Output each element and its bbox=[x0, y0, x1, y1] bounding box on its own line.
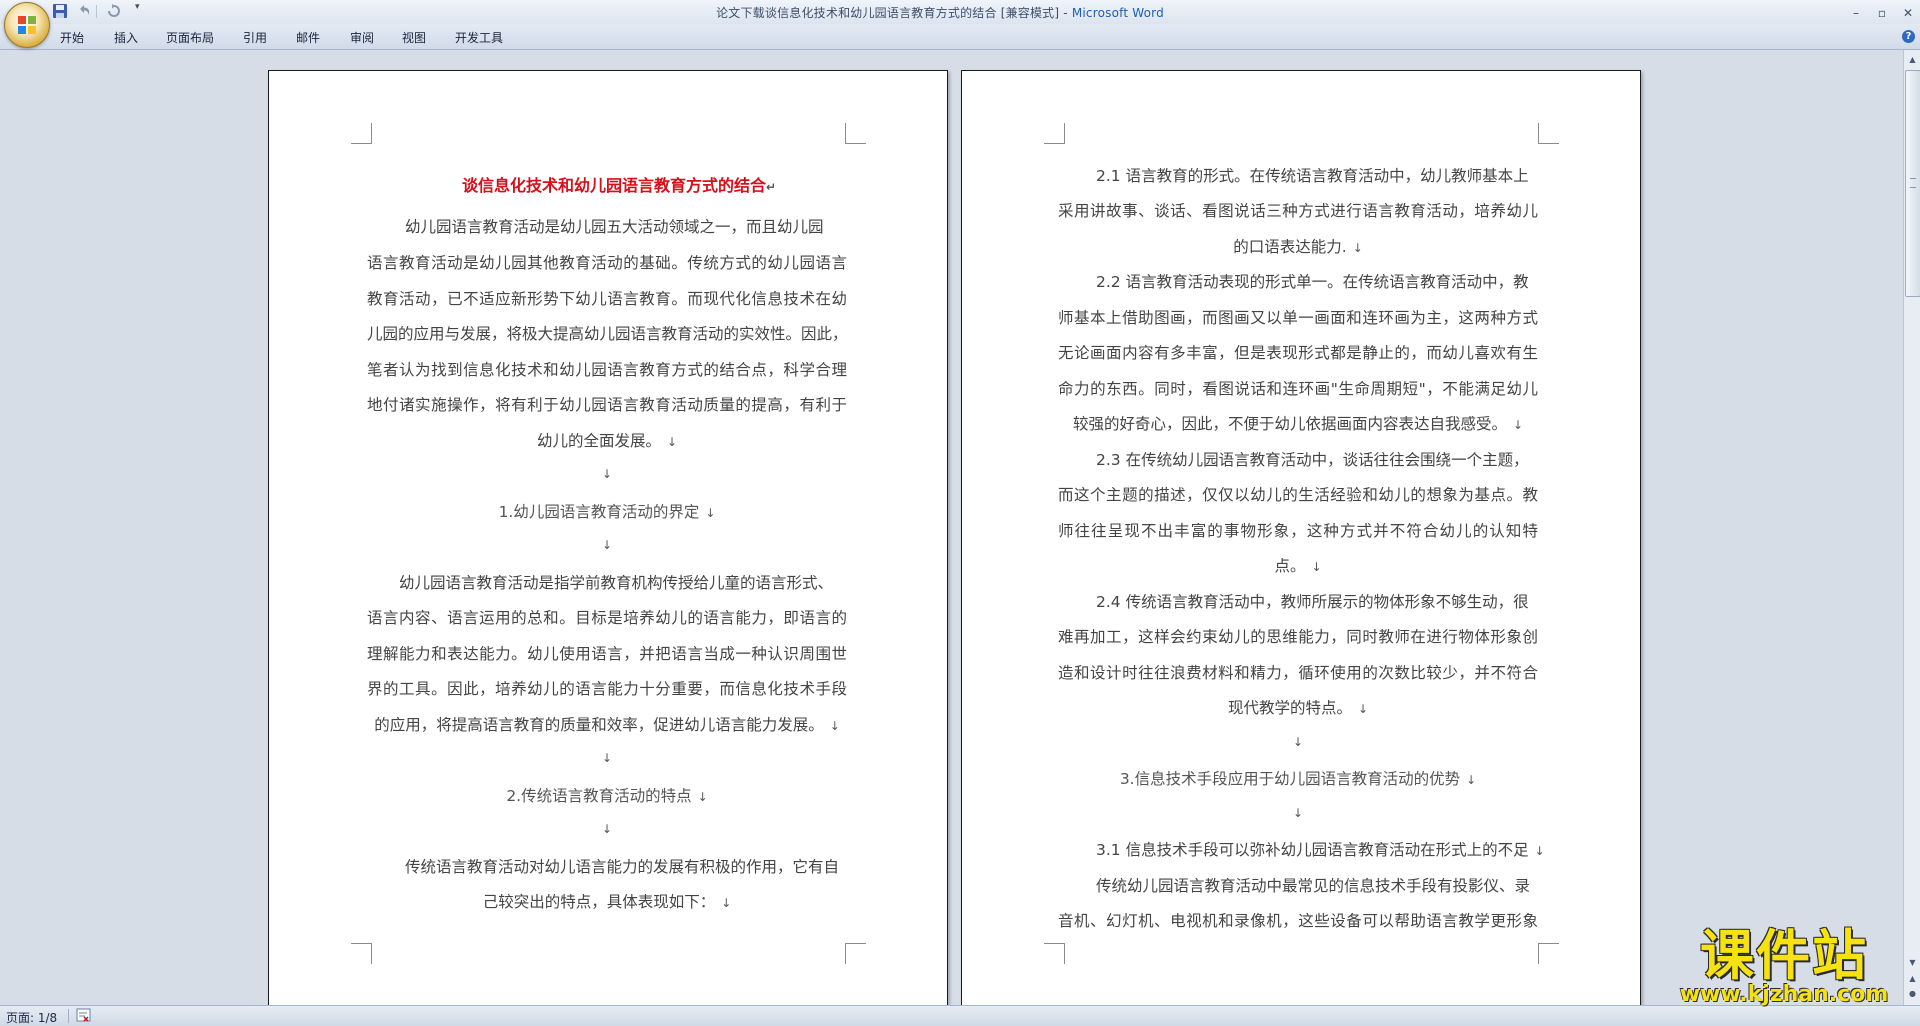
tab-view[interactable]: 视图 bbox=[402, 29, 426, 46]
minimize-icon[interactable]: – bbox=[1848, 6, 1864, 22]
paragraph-line: 教育活动，已不适应新形势下幼儿语言教育。而现代化信息技术在幼 bbox=[367, 290, 847, 308]
vertical-scrollbar[interactable]: ▲ ▼ ▲ ● bbox=[1903, 50, 1920, 1005]
paragraph-line: 无论画面内容有多丰富，但是表现形式都是静止的，而幼儿喜欢有生 bbox=[1058, 344, 1538, 362]
paragraph-line: 的应用，将提高语言教育的质量和效率，促进幼儿语言能力发展。 ↓ bbox=[374, 716, 840, 734]
paragraph-line: 造和设计时往往浪费材料和精力，循环使用的次数比较少，并不符合 bbox=[1058, 664, 1538, 682]
margin-mark bbox=[1538, 123, 1559, 144]
paragraph-line: 界的工具。因此，培养幼儿的语言能力十分重要，而信息化技术手段 bbox=[367, 680, 847, 698]
margin-mark bbox=[1044, 123, 1065, 144]
empty-paragraph: ↓ bbox=[601, 822, 613, 836]
paragraph-line: 的口语表达能力. ↓ bbox=[1233, 238, 1363, 256]
scrollbar-thumb[interactable] bbox=[1905, 70, 1920, 297]
paragraph-line: 幼儿园语言教育活动是指学前教育机构传授给儿童的语言形式、 bbox=[399, 574, 834, 592]
section-heading: 1.幼儿园语言教育活动的界定 ↓ bbox=[498, 503, 716, 521]
tab-mailings[interactable]: 邮件 bbox=[296, 29, 320, 46]
watermark-url: www.kjzhan.com bbox=[1679, 982, 1889, 1007]
window-title: 论文下载谈信息化技术和幼儿园语言教育方式的结合 [兼容模式] - Microso… bbox=[716, 6, 1164, 20]
margin-mark bbox=[351, 943, 372, 964]
paragraph-line: 较强的好奇心，因此，不便于幼儿依据画面内容表达自我感受。 ↓ bbox=[1072, 415, 1524, 433]
proofing-icon[interactable] bbox=[76, 1008, 91, 1022]
paragraph-line: 幼儿园语言教育活动是幼儿园五大活动领域之一，而且幼儿园 bbox=[405, 218, 824, 236]
paragraph-line: 难再加工，这样会约束幼儿的思维能力，同时教师在进行物体形象创 bbox=[1058, 628, 1538, 646]
section-heading: 3.信息技术手段应用于幼儿园语言教育活动的优势 ↓ bbox=[1119, 770, 1477, 788]
paragraph-line: 采用讲故事、谈话、看图说话三种方式进行语言教育活动，培养幼儿 bbox=[1058, 202, 1538, 220]
document-page-2[interactable]: 2.1 语言教育的形式。在传统语言教育活动中，幼儿教师基本上 采用讲故事、谈话、… bbox=[961, 70, 1641, 1005]
empty-paragraph: ↓ bbox=[601, 538, 613, 552]
tab-developer[interactable]: 开发工具 bbox=[455, 29, 503, 46]
site-watermark-logo: 课件站 www.kjzhan.com bbox=[1668, 926, 1900, 1008]
paragraph-line: 2.3 在传统幼儿园语言教育活动中，谈话往往会围绕一个主题， bbox=[1096, 451, 1529, 469]
select-browse-object-icon[interactable]: ● bbox=[1905, 986, 1920, 1001]
document-area: 谈信息化技术和幼儿园语言教育方式的结合↵ 幼儿园语言教育活动是幼儿园五大活动领域… bbox=[0, 50, 1903, 1005]
paragraph-line: 音机、幻灯机、电视机和录像机，这些设备可以帮助语言教学更形象 bbox=[1058, 912, 1538, 930]
tab-references[interactable]: 引用 bbox=[243, 29, 267, 46]
watermark-title: 课件站 bbox=[1700, 924, 1868, 987]
ribbon-tab-bar: 开始 插入 页面布局 引用 邮件 审阅 视图 开发工具 ? bbox=[0, 24, 1920, 50]
scroll-down-icon[interactable]: ▼ bbox=[1905, 955, 1920, 970]
paragraph-line: 3.1 信息技术手段可以弥补幼儿园语言教育活动在形式上的不足 ↓ bbox=[1096, 841, 1545, 859]
paragraph-line: 而这个主题的描述，仅仅以幼儿的生活经验和幼儿的想象为基点。教 bbox=[1058, 486, 1538, 504]
tab-insert[interactable]: 插入 bbox=[114, 29, 138, 46]
restore-icon[interactable]: ▫ bbox=[1874, 6, 1890, 22]
paragraph-line: 语言教育活动是幼儿园其他教育活动的基础。传统方式的幼儿园语言 bbox=[367, 254, 847, 272]
paragraph-line: 幼儿的全面发展。 ↓ bbox=[536, 432, 678, 450]
empty-paragraph: ↓ bbox=[1292, 806, 1304, 820]
help-icon[interactable]: ? bbox=[1902, 30, 1915, 43]
office-button[interactable] bbox=[4, 2, 50, 48]
previous-page-icon[interactable]: ▲ bbox=[1905, 971, 1920, 986]
paragraph-line: 命力的东西。同时，看图说话和连环画"生命周期短"，不能满足幼儿 bbox=[1058, 380, 1538, 398]
empty-paragraph: ↓ bbox=[1292, 735, 1304, 749]
paragraph-line: 现代教学的特点。 ↓ bbox=[1227, 699, 1369, 717]
paragraph-line: 语言内容、语言运用的总和。目标是培养幼儿的语言能力，即语言的 bbox=[367, 609, 847, 627]
close-icon[interactable]: ✕ bbox=[1900, 6, 1916, 22]
document-title: 谈信息化技术和幼儿园语言教育方式的结合↵ bbox=[461, 176, 777, 195]
margin-mark bbox=[351, 123, 372, 144]
scroll-up-icon[interactable]: ▲ bbox=[1905, 52, 1920, 67]
status-bar: 页面: 1/8 bbox=[0, 1005, 1920, 1026]
document-page-1[interactable]: 谈信息化技术和幼儿园语言教育方式的结合↵ 幼儿园语言教育活动是幼儿园五大活动领域… bbox=[268, 70, 948, 1005]
section-heading: 2.传统语言教育活动的特点 ↓ bbox=[506, 787, 708, 805]
margin-mark bbox=[1044, 943, 1065, 964]
tab-page-layout[interactable]: 页面布局 bbox=[166, 29, 214, 46]
margin-mark bbox=[1538, 943, 1559, 964]
empty-paragraph: ↓ bbox=[601, 751, 613, 765]
tab-review[interactable]: 审阅 bbox=[350, 29, 374, 46]
paragraph-line: 传统语言教育活动对幼儿语言能力的发展有积极的作用，它有自 bbox=[405, 858, 840, 876]
paragraph-line: 师基本上借助图画，而图画又以单一画面和连环画为主，这两种方式 bbox=[1058, 309, 1538, 327]
paragraph-line: 师往往呈现不出丰富的事物形象，这种方式并不符合幼儿的认知特 bbox=[1058, 522, 1538, 540]
empty-paragraph: ↓ bbox=[601, 467, 613, 481]
title-bar: ▾ 论文下载谈信息化技术和幼儿园语言教育方式的结合 [兼容模式] - Micro… bbox=[0, 0, 1920, 48]
tab-home[interactable]: 开始 bbox=[60, 29, 84, 46]
window-controls: – ▫ ✕ bbox=[1838, 2, 1916, 20]
paragraph-line: 笔者认为找到信息化技术和幼儿园语言教育方式的结合点，科学合理 bbox=[367, 361, 847, 379]
page-indicator[interactable]: 页面: 1/8 bbox=[6, 1009, 57, 1026]
paragraph-line: 理解能力和表达能力。幼儿使用语言，并把语言当成一种认识周围世 bbox=[367, 645, 847, 663]
paragraph-line: 传统幼儿园语言教育活动中最常见的信息技术手段有投影仪、录 bbox=[1096, 877, 1531, 895]
paragraph-line: 点。 ↓ bbox=[1274, 557, 1322, 575]
grip-icon bbox=[1910, 178, 1916, 188]
paragraph-line: 2.4 传统语言教育活动中，教师所展示的物体形象不够生动，很 bbox=[1096, 593, 1529, 611]
margin-mark bbox=[845, 943, 866, 964]
status-separator bbox=[68, 1009, 69, 1023]
paragraph-line: 地付诸实施操作，将有利于幼儿园语言教育活动质量的提高，有利于 bbox=[367, 396, 847, 414]
office-logo-icon bbox=[18, 16, 36, 34]
margin-mark bbox=[845, 123, 866, 144]
paragraph-line: 2.1 语言教育的形式。在传统语言教育活动中，幼儿教师基本上 bbox=[1096, 167, 1529, 185]
paragraph-line: 己较突出的特点，具体表现如下： ↓ bbox=[482, 893, 732, 911]
paragraph-line: 儿园的应用与发展，将极大提高幼儿园语言教育活动的实效性。因此， bbox=[367, 325, 848, 343]
paragraph-line: 2.2 语言教育活动表现的形式单一。在传统语言教育活动中，教 bbox=[1096, 273, 1529, 291]
